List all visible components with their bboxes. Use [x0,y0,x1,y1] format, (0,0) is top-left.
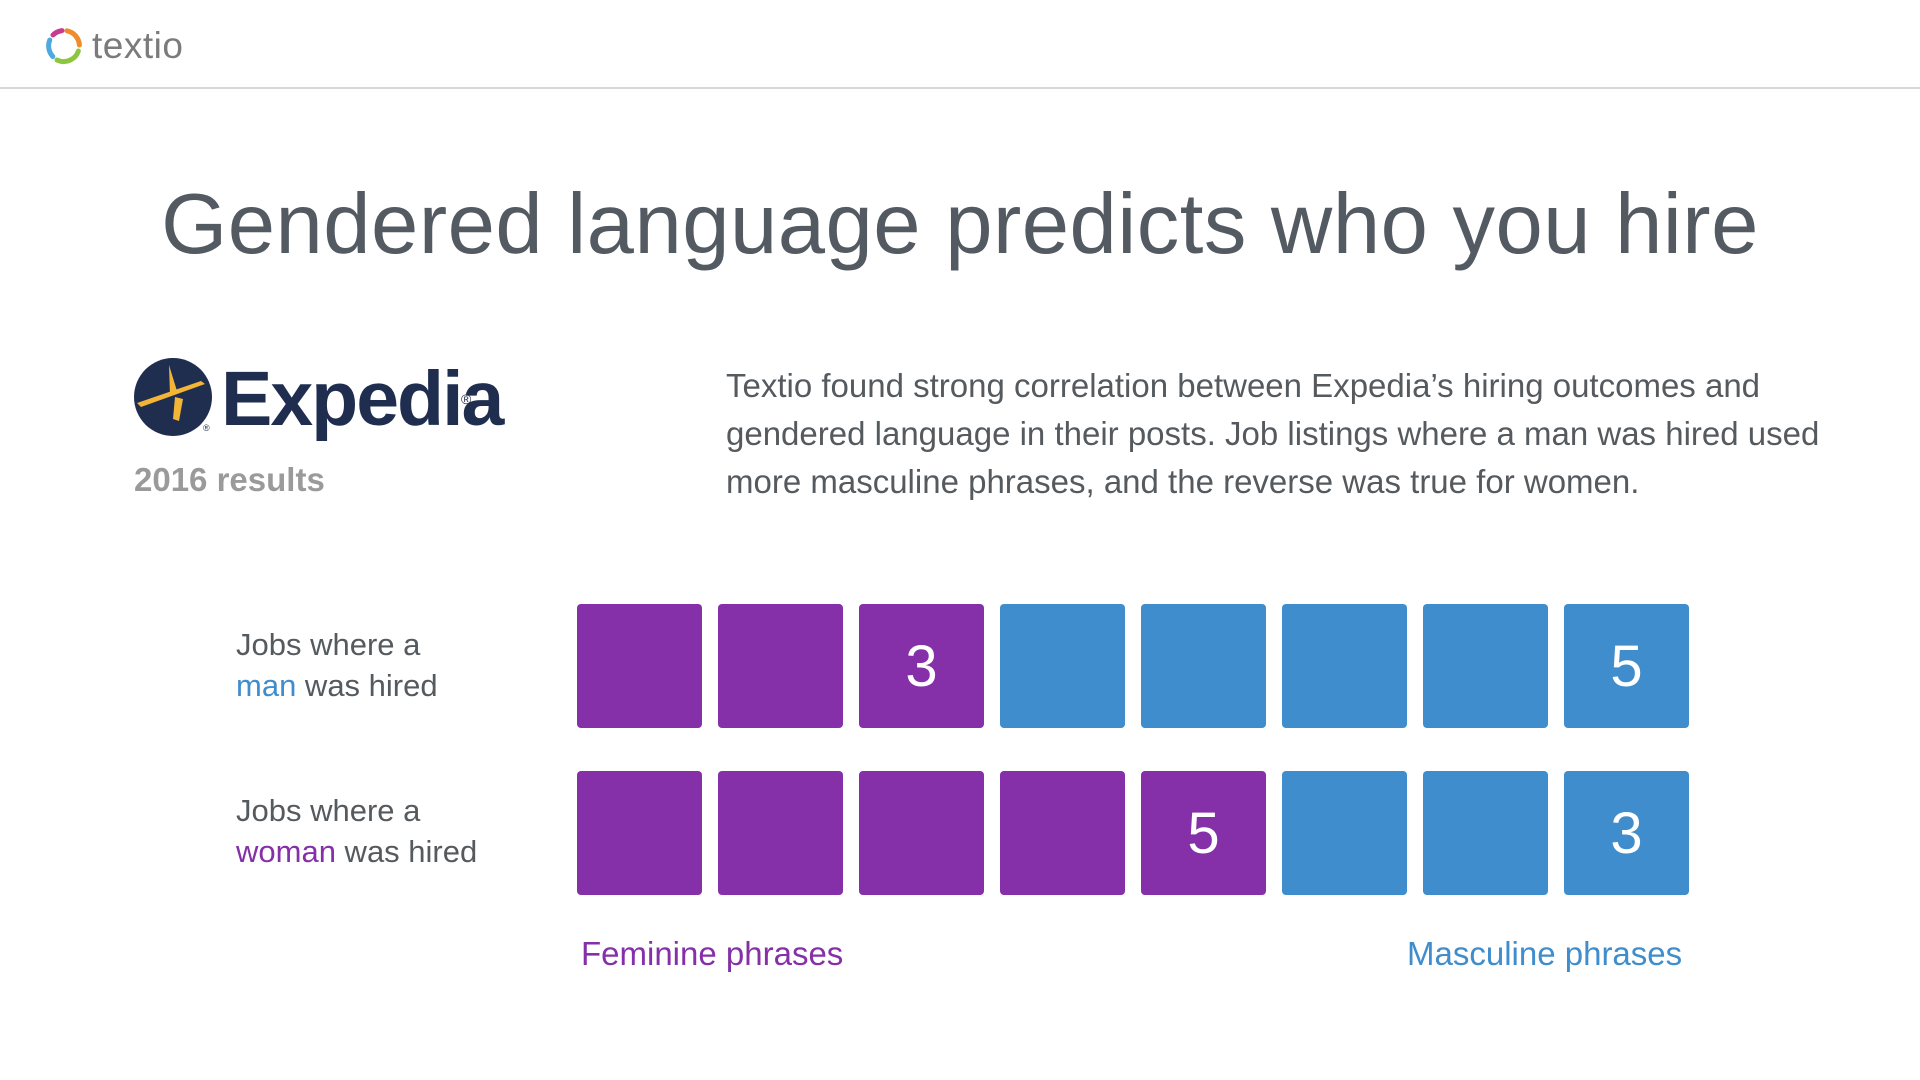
masculine-square [1423,604,1548,728]
description-paragraph: Textio found strong correlation between … [726,367,1820,500]
masculine-square [1282,771,1407,895]
textio-ring-icon [46,28,82,65]
expedia-plane-globe-icon [134,358,212,436]
feminine-square [577,771,702,895]
row-label-man: Jobs where a man was hired [236,624,438,706]
top-bar: textio [0,0,1920,89]
registered-mark: ® [461,391,472,407]
row-label-woman: Jobs where a woman was hired [236,790,477,872]
masculine-phrases-label: Masculine phrases [1407,935,1683,972]
masculine-square [1141,604,1266,728]
row-label-line1: Jobs where a [236,793,421,828]
masculine-count-label: 5 [1610,633,1643,699]
textio-logo[interactable]: textio [44,24,183,68]
feminine-phrases-label: Feminine phrases [581,935,844,972]
masculine-square: 5 [1564,604,1689,728]
masculine-count-label: 3 [1610,800,1643,866]
masculine-square [1282,604,1407,728]
page-title: Gendered language predicts who you hire [161,177,1759,272]
row-label-rest: was hired [296,668,438,703]
feminine-square: 3 [859,604,984,728]
logo-text: textio [92,25,184,66]
feminine-count-label: 3 [905,633,938,699]
feminine-square [859,771,984,895]
row-label-line1: Jobs where a [236,627,421,662]
registered-mark-small: ® [203,423,210,433]
feminine-square [1000,771,1125,895]
feminine-count-label: 5 [1187,800,1220,866]
feminine-square [577,604,702,728]
masculine-square: 3 [1564,771,1689,895]
results-year-label: 2016 results [134,461,325,498]
row-label-line2: man was hired [236,665,438,706]
feminine-square: 5 [1141,771,1266,895]
masculine-square [1423,771,1548,895]
masculine-square [1000,604,1125,728]
feminine-square [718,604,843,728]
row-label-rest: was hired [335,834,478,869]
row-label-emphasis-man: man [236,668,297,703]
feminine-square [718,771,843,895]
row-label-emphasis-woman: woman [236,834,336,869]
row-label-line2: woman was hired [236,831,477,872]
